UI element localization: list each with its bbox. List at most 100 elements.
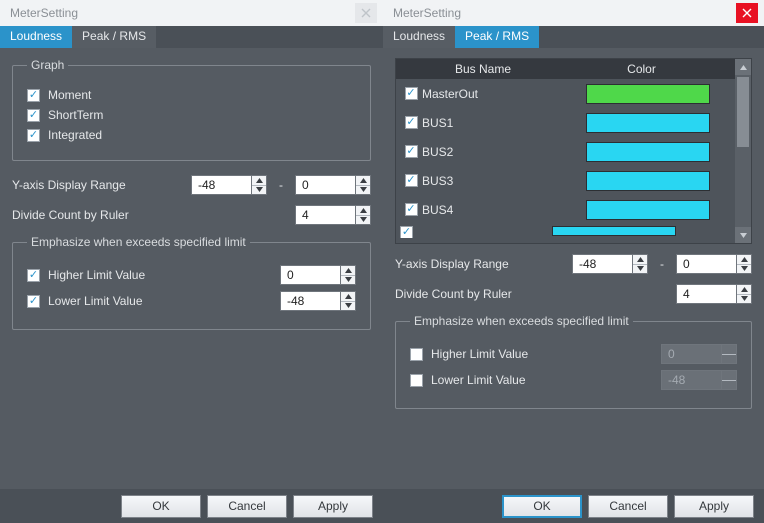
chevron-up-icon xyxy=(356,176,370,186)
chevron-down-icon xyxy=(341,302,355,311)
color-swatch[interactable] xyxy=(586,142,710,162)
close-icon xyxy=(742,8,752,18)
ok-button[interactable]: OK xyxy=(502,495,582,518)
tab-peak-rms[interactable]: Peak / RMS xyxy=(455,26,539,48)
chevron-down-icon xyxy=(737,295,751,304)
lower-limit-spinner[interactable]: -48 xyxy=(280,291,356,311)
higher-limit-spinner[interactable]: 0 xyxy=(280,265,356,285)
titlebar: MeterSetting xyxy=(383,0,764,26)
tab-loudness[interactable]: Loudness xyxy=(0,26,72,48)
tab-peak-rms[interactable]: Peak / RMS xyxy=(72,26,156,48)
lower-limit-checkbox[interactable] xyxy=(410,374,423,387)
scroll-up-icon xyxy=(735,59,751,75)
lower-limit-row: Lower Limit Value -48 xyxy=(410,370,737,390)
divide-spinner[interactable]: 4 xyxy=(676,284,752,304)
higher-limit-row: Higher Limit Value 0 xyxy=(27,265,356,285)
graph-item-integrated[interactable]: Integrated xyxy=(27,128,356,142)
checkbox-icon xyxy=(27,89,40,102)
ok-button[interactable]: OK xyxy=(121,495,201,518)
color-swatch[interactable] xyxy=(552,226,676,236)
table-scrollbar[interactable] xyxy=(735,59,751,243)
chevron-down-icon xyxy=(356,186,370,195)
panel-body: Bus Name Color MasterOut BUS1 BUS2 xyxy=(383,48,764,489)
table-row-partial xyxy=(396,224,751,238)
higher-limit-spinner: 0 xyxy=(661,344,737,364)
color-swatch[interactable] xyxy=(586,200,710,220)
row-checkbox[interactable] xyxy=(405,87,418,100)
table-row: BUS4 xyxy=(396,195,751,224)
apply-button[interactable]: Apply xyxy=(674,495,754,518)
graph-item-moment[interactable]: Moment xyxy=(27,88,356,102)
emphasize-legend: Emphasize when exceeds specified limit xyxy=(27,235,250,249)
row-checkbox[interactable] xyxy=(405,116,418,129)
table-row: BUS3 xyxy=(396,166,751,195)
yaxis-max-spinner[interactable]: 0 xyxy=(295,175,371,195)
yaxis-row: Y-axis Display Range -48 - 0 xyxy=(395,254,752,274)
chevron-up-icon xyxy=(737,285,751,295)
panel-body: Graph Moment ShortTerm Integrated Y-axis… xyxy=(0,48,383,489)
color-swatch[interactable] xyxy=(586,84,710,104)
chevron-up-icon xyxy=(341,292,355,302)
color-swatch[interactable] xyxy=(586,113,710,133)
chevron-down-icon xyxy=(252,186,266,195)
close-button[interactable] xyxy=(355,3,377,23)
graph-item-shortterm[interactable]: ShortTerm xyxy=(27,108,356,122)
chevron-down-icon xyxy=(737,265,751,274)
higher-limit-checkbox[interactable] xyxy=(27,269,40,282)
chevron-up-icon xyxy=(737,255,751,265)
chevron-down-icon xyxy=(356,216,370,225)
window-title: MeterSetting xyxy=(6,6,355,20)
checkbox-icon xyxy=(27,129,40,142)
emphasize-group: Emphasize when exceeds specified limit H… xyxy=(12,235,371,330)
dialog-footer: OK Cancel Apply xyxy=(0,489,383,523)
graph-legend: Graph xyxy=(27,58,68,72)
scroll-down-icon xyxy=(735,227,751,243)
scroll-thumb[interactable] xyxy=(737,77,749,147)
row-checkbox[interactable] xyxy=(405,174,418,187)
chevron-up-icon xyxy=(341,266,355,276)
header-color: Color xyxy=(548,62,751,76)
window-peak: MeterSetting Loudness Peak / RMS Bus Nam… xyxy=(383,0,764,523)
divide-spinner[interactable]: 4 xyxy=(295,205,371,225)
higher-limit-row: Higher Limit Value 0 xyxy=(410,344,737,364)
chevron-up-icon xyxy=(633,255,647,265)
lower-limit-row: Lower Limit Value -48 xyxy=(27,291,356,311)
bus-table: Bus Name Color MasterOut BUS1 BUS2 xyxy=(395,58,752,244)
dialog-footer: OK Cancel Apply xyxy=(383,489,764,523)
yaxis-max-spinner[interactable]: 0 xyxy=(676,254,752,274)
titlebar: MeterSetting xyxy=(0,0,383,26)
close-button[interactable] xyxy=(736,3,758,23)
tab-loudness[interactable]: Loudness xyxy=(383,26,455,48)
table-row: MasterOut xyxy=(396,79,751,108)
chevron-up-icon xyxy=(252,176,266,186)
row-checkbox[interactable] xyxy=(405,203,418,216)
table-body: MasterOut BUS1 BUS2 BUS3 xyxy=(396,79,751,243)
divide-row: Divide Count by Ruler 4 xyxy=(395,284,752,304)
table-row: BUS2 xyxy=(396,137,751,166)
emphasize-group: Emphasize when exceeds specified limit H… xyxy=(395,314,752,409)
cancel-button[interactable]: Cancel xyxy=(207,495,287,518)
yaxis-row: Y-axis Display Range -48 - 0 xyxy=(12,175,371,195)
lower-limit-spinner: -48 xyxy=(661,370,737,390)
graph-group: Graph Moment ShortTerm Integrated xyxy=(12,58,371,161)
row-checkbox[interactable] xyxy=(400,226,413,238)
table-row: BUS1 xyxy=(396,108,751,137)
window-loudness: MeterSetting Loudness Peak / RMS Graph M… xyxy=(0,0,383,523)
lower-limit-checkbox[interactable] xyxy=(27,295,40,308)
emphasize-legend: Emphasize when exceeds specified limit xyxy=(410,314,633,328)
divide-row: Divide Count by Ruler 4 xyxy=(12,205,371,225)
row-checkbox[interactable] xyxy=(405,145,418,158)
color-swatch[interactable] xyxy=(586,171,710,191)
yaxis-min-spinner[interactable]: -48 xyxy=(191,175,267,195)
higher-limit-checkbox[interactable] xyxy=(410,348,423,361)
tabs: Loudness Peak / RMS xyxy=(0,26,383,48)
tabs: Loudness Peak / RMS xyxy=(383,26,764,48)
cancel-button[interactable]: Cancel xyxy=(588,495,668,518)
apply-button[interactable]: Apply xyxy=(293,495,373,518)
checkbox-icon xyxy=(27,109,40,122)
chevron-down-icon xyxy=(341,276,355,285)
header-bus-name: Bus Name xyxy=(418,62,548,76)
window-title: MeterSetting xyxy=(389,6,736,20)
chevron-down-icon xyxy=(633,265,647,274)
yaxis-min-spinner[interactable]: -48 xyxy=(572,254,648,274)
